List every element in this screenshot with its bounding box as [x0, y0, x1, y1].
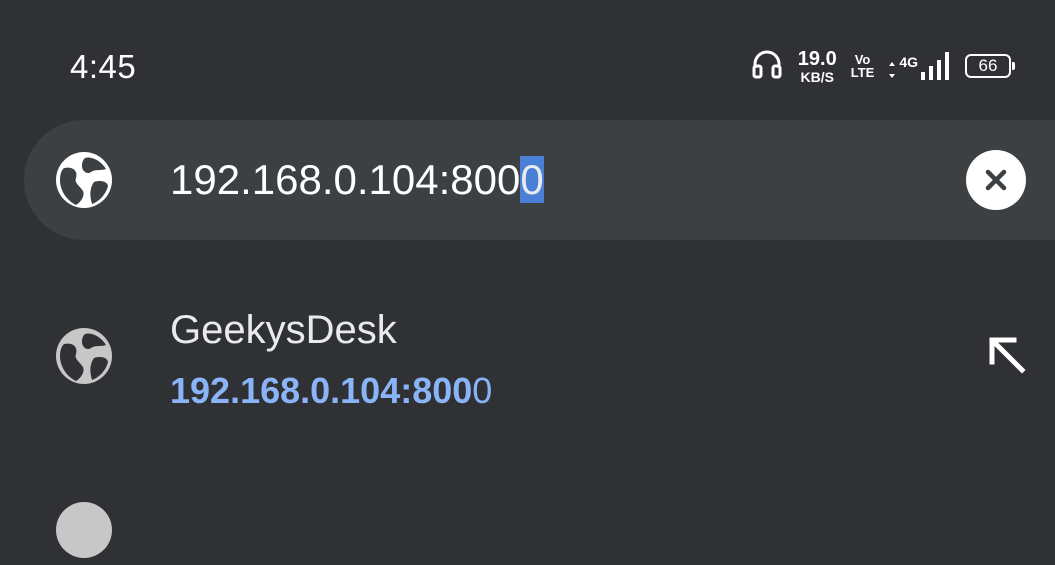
omnibox-input[interactable]: 192.168.0.104:8000 [170, 156, 544, 204]
network-type-label: 4G [899, 54, 918, 70]
signal-bars-icon [921, 52, 949, 80]
battery-indicator: 66 [965, 54, 1015, 78]
fill-suggestion-button[interactable] [984, 332, 1032, 380]
data-arrows-icon [889, 62, 896, 78]
arrow-up-left-icon [989, 337, 1026, 374]
clear-button[interactable] [966, 150, 1026, 210]
globe-icon [54, 326, 114, 386]
volte-bottom-label: LTE [850, 65, 875, 80]
suggestion-url: 192.168.0.104:8000 [170, 370, 492, 412]
headphones-icon [750, 47, 784, 86]
volte-indicator: Vo LTE [851, 53, 875, 79]
omnibox-selected-text: 0 [520, 156, 544, 203]
globe-icon [54, 500, 114, 560]
suggestion-item[interactable]: GeekysDesk 192.168.0.104:8000 [0, 280, 1055, 430]
globe-icon [54, 150, 114, 210]
network-indicator: 4G [888, 52, 951, 80]
suggestion-url-rest: 0 [472, 370, 493, 411]
status-time: 4:45 [70, 48, 137, 85]
omnibox-text: 192.168.0.104:800 [170, 156, 521, 203]
status-icons: 19.0 KB/S Vo LTE 4G 66 [750, 46, 1015, 86]
omnibox[interactable]: 192.168.0.104:8000 [24, 120, 1055, 240]
suggestion-url-match: 192.168.0.104:800 [170, 370, 473, 411]
network-speed: 19.0 KB/S [798, 49, 837, 84]
network-speed-unit: KB/S [800, 68, 834, 85]
network-speed-value: 19.0 [797, 47, 837, 70]
suggestion-title: GeekysDesk [170, 308, 397, 352]
status-bar: 4:45 19.0 KB/S Vo LTE 4G 66 [0, 0, 1055, 110]
close-icon [985, 169, 1007, 191]
